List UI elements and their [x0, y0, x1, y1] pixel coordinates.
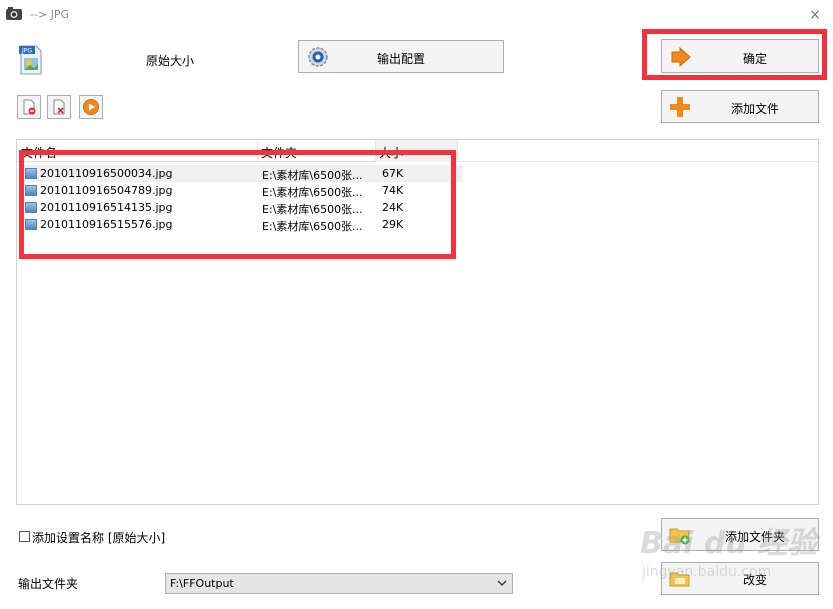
jpg-file-icon: JPG [19, 45, 42, 75]
change-label: 改变 [742, 573, 767, 587]
arrow-right-icon [671, 47, 691, 67]
image-file-icon [25, 168, 37, 179]
file-folder: E:\素材库\6500张... [262, 203, 363, 216]
file-folder: E:\素材库\6500张... [262, 220, 363, 233]
file-name: 2010110916500034.jpg [40, 167, 173, 180]
file-row[interactable]: 2010110916514135.jpg E:\素材库\6500张... 24K [21, 199, 463, 216]
file-name: 2010110916504789.jpg [40, 184, 173, 197]
folder-icon [669, 572, 690, 587]
add-setting-name-label: 添加设置名称 [原始大小] [32, 531, 166, 545]
file-folder: E:\素材库\6500张... [262, 169, 363, 182]
format-badge-text: JPG [21, 48, 32, 55]
file-name: 2010110916515576.jpg [40, 218, 173, 231]
column-header-folder[interactable]: 文件夹 [261, 144, 297, 161]
remove-file-icon [23, 99, 36, 115]
add-file-label: 添加文件 [730, 102, 779, 116]
start-button[interactable] [79, 95, 103, 119]
file-size: 24K [382, 201, 404, 214]
output-config-label: 输出配置 [376, 52, 425, 66]
output-config-button[interactable]: 输出配置 [298, 40, 504, 73]
output-folder-label: 输出文件夹 [18, 577, 79, 591]
plus-icon [670, 97, 690, 117]
file-name: 2010110916514135.jpg [40, 201, 173, 214]
output-folder-value: F:\FFOutput [170, 577, 234, 590]
file-size: 67K [382, 167, 404, 180]
window-title: --> JPG [30, 8, 70, 21]
file-row[interactable]: 2010110916500034.jpg E:\素材库\6500张... 67K [21, 165, 463, 182]
file-row[interactable]: 2010110916515576.jpg E:\素材库\6500张... 29K [21, 216, 463, 233]
output-folder-select[interactable]: F:\FFOutput [165, 573, 513, 594]
clear-list-button[interactable] [47, 95, 71, 119]
folder-add-icon [669, 528, 690, 545]
add-file-button[interactable]: 添加文件 [661, 90, 819, 123]
app-icon [6, 7, 22, 20]
remove-file-button[interactable] [17, 95, 41, 119]
title-bar: --> JPG × [0, 0, 833, 30]
preset-label: 原始大小 [146, 54, 195, 68]
add-folder-label: 添加文件夹 [724, 530, 785, 544]
play-icon [83, 99, 99, 115]
file-size: 74K [382, 184, 404, 197]
clear-list-icon [53, 99, 65, 115]
image-file-icon [25, 185, 37, 196]
ok-button[interactable]: 确定 [661, 39, 819, 73]
image-file-icon [25, 219, 37, 230]
file-size: 29K [382, 218, 404, 231]
file-folder: E:\素材库\6500张... [262, 186, 363, 199]
add-setting-name-checkbox[interactable] [19, 531, 30, 542]
file-row[interactable]: 2010110916504789.jpg E:\素材库\6500张... 74K [21, 182, 463, 199]
change-folder-button[interactable]: 改变 [661, 562, 819, 595]
chevron-down-icon [497, 580, 507, 586]
column-header-name[interactable]: 文件名 [21, 144, 57, 161]
file-list[interactable]: 文件名 文件夹 大小 2010110916500034.jpg E:\素材库\6… [16, 139, 819, 505]
close-button[interactable]: × [805, 6, 825, 24]
list-header: 文件名 文件夹 大小 [17, 140, 818, 162]
ok-label: 确定 [742, 52, 767, 66]
column-header-size[interactable]: 大小 [379, 144, 403, 161]
image-file-icon [25, 202, 37, 213]
add-folder-button[interactable]: 添加文件夹 [661, 518, 819, 551]
